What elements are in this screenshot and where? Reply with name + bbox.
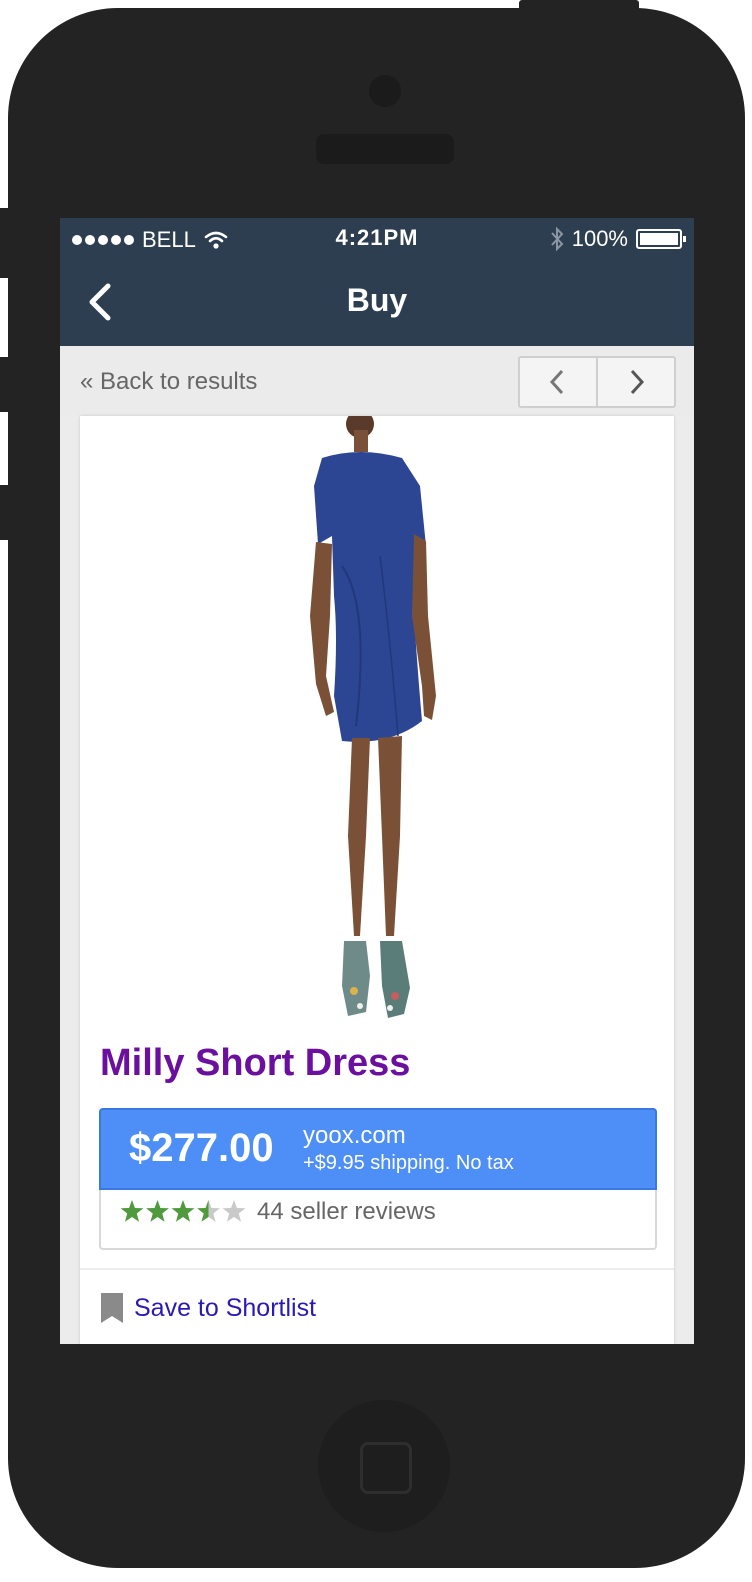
star-2 bbox=[146, 1200, 169, 1222]
status-right: 100% bbox=[550, 226, 686, 252]
star-rating-icon bbox=[120, 1200, 246, 1222]
chevron-left-icon bbox=[549, 369, 564, 395]
offer-box[interactable]: $277.00 yoox.com +$9.95 shipping. No tax… bbox=[99, 1108, 657, 1250]
phone-screen: BELL 4:21PM 100% Buy « Back to results M… bbox=[60, 218, 694, 1344]
offer-header[interactable]: $277.00 yoox.com +$9.95 shipping. No tax bbox=[99, 1108, 657, 1190]
merchant-name: yoox.com bbox=[303, 1122, 406, 1149]
result-pager bbox=[518, 356, 676, 408]
product-price: $277.00 bbox=[129, 1126, 274, 1170]
product-card: Milly Short Dress $277.00 yoox.com +$9.9… bbox=[80, 416, 674, 1344]
bluetooth-icon bbox=[550, 226, 564, 252]
front-camera bbox=[369, 75, 401, 107]
shipping-info: +$9.95 shipping. No tax bbox=[303, 1152, 514, 1174]
battery-icon bbox=[636, 229, 686, 249]
star-5 bbox=[222, 1200, 246, 1222]
star-3 bbox=[171, 1200, 195, 1222]
previous-result-button[interactable] bbox=[520, 358, 596, 406]
chevron-right-icon bbox=[630, 369, 645, 395]
review-count: 44 seller reviews bbox=[257, 1198, 436, 1225]
product-image[interactable] bbox=[230, 416, 530, 1026]
star-1 bbox=[120, 1200, 144, 1222]
divider bbox=[80, 1268, 674, 1270]
save-to-shortlist-label: Save to Shortlist bbox=[134, 1293, 317, 1322]
next-result-button[interactable] bbox=[596, 358, 674, 406]
star-4 bbox=[197, 1200, 220, 1222]
earpiece-speaker bbox=[316, 134, 454, 164]
page-title: Buy bbox=[346, 282, 408, 318]
results-navigation-bar: « Back to results bbox=[60, 346, 694, 416]
save-to-shortlist-button[interactable]: Save to Shortlist bbox=[100, 1292, 316, 1324]
seller-rating[interactable]: 44 seller reviews bbox=[119, 1198, 436, 1226]
nav-bar: Buy bbox=[60, 258, 694, 346]
bookmark-icon bbox=[101, 1293, 123, 1323]
battery-percent: 100% bbox=[571, 226, 628, 251]
status-bar: BELL 4:21PM 100% bbox=[60, 218, 694, 258]
home-button-square-icon bbox=[360, 1442, 412, 1494]
product-title[interactable]: Milly Short Dress bbox=[100, 1042, 410, 1085]
back-to-results-link[interactable]: « Back to results bbox=[80, 368, 257, 396]
